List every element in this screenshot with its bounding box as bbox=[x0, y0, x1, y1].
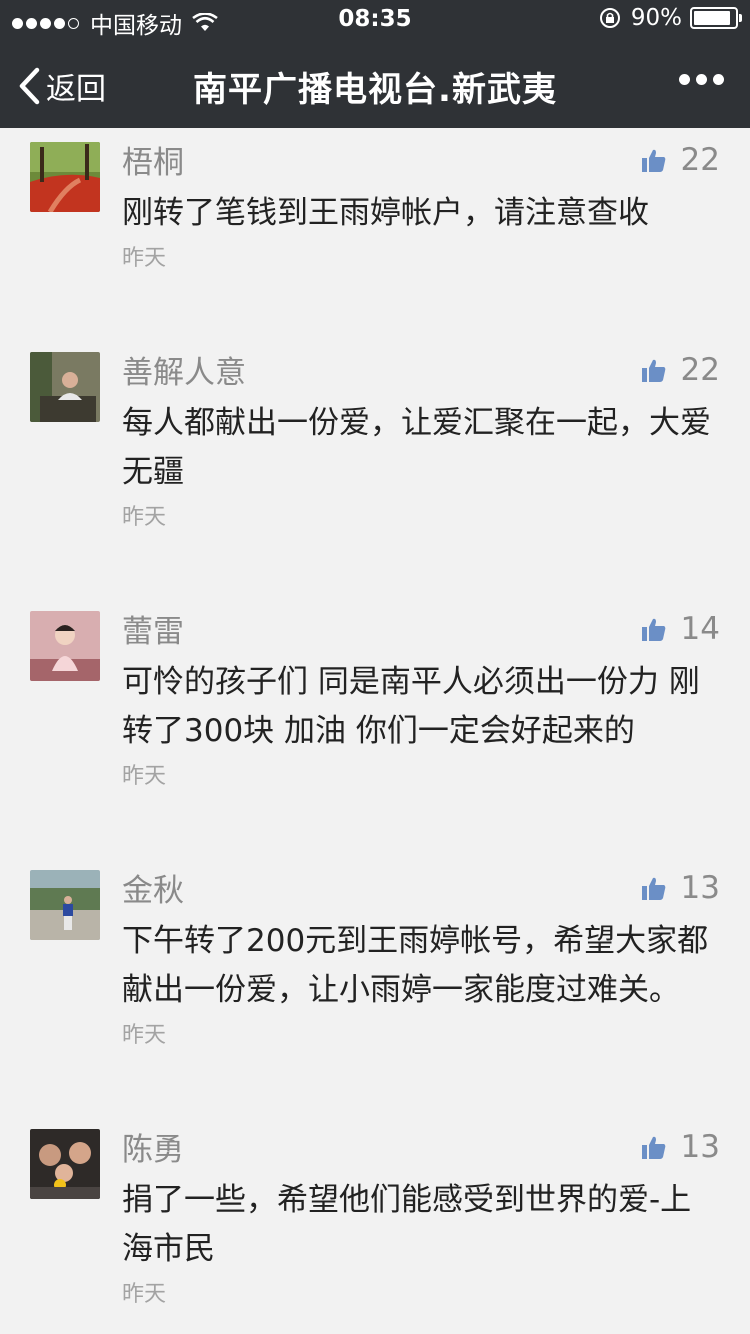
avatar[interactable] bbox=[30, 352, 100, 422]
thumbs-up-icon bbox=[641, 149, 665, 172]
page-title: 南平广播电视台.新武夷 bbox=[193, 70, 557, 110]
like-button[interactable]: 13 bbox=[641, 870, 720, 906]
like-button[interactable]: 22 bbox=[641, 352, 720, 388]
commenter-name: 善解人意 bbox=[122, 355, 246, 391]
comment-date: 昨天 bbox=[122, 764, 167, 789]
comment-item: 13 金秋 下午转了200元到王雨婷帐号，希望大家都献出一份爱，让小雨婷一家能度… bbox=[0, 856, 750, 1115]
avatar[interactable] bbox=[30, 870, 100, 940]
like-count: 14 bbox=[680, 611, 720, 647]
commenter-name: 蕾雷 bbox=[122, 614, 184, 650]
avatar[interactable] bbox=[30, 142, 100, 212]
like-count: 22 bbox=[680, 352, 720, 388]
like-count: 13 bbox=[680, 1129, 720, 1165]
more-button[interactable] bbox=[673, 74, 724, 85]
like-count: 22 bbox=[680, 142, 720, 178]
comment-date: 昨天 bbox=[122, 1023, 167, 1048]
comment-item: 13 陈勇 捐了一些，希望他们能感受到世界的爱-上海市民 昨天 bbox=[0, 1115, 750, 1334]
battery-fill bbox=[694, 11, 730, 25]
like-button[interactable]: 22 bbox=[641, 142, 720, 178]
thumbs-up-icon bbox=[641, 1136, 665, 1159]
comment-list[interactable]: 22 梧桐 刚转了笔钱到王雨婷帐户，请注意查收 昨天 22 善解人意 每人都献出… bbox=[0, 128, 750, 1334]
commenter-name: 金秋 bbox=[122, 873, 184, 909]
comment-item: 22 善解人意 每人都献出一份爱，让爱汇聚在一起，大爱无疆 昨天 bbox=[0, 338, 750, 597]
rotation-lock-icon bbox=[599, 8, 620, 28]
thumbs-up-icon bbox=[641, 877, 665, 900]
comment-text: 每人都献出一份爱，让爱汇聚在一起，大爱无疆 bbox=[122, 405, 711, 490]
commenter-name: 陈勇 bbox=[122, 1132, 184, 1168]
avatar[interactable] bbox=[30, 611, 100, 681]
like-count: 13 bbox=[680, 870, 720, 906]
comment-date: 昨天 bbox=[122, 246, 167, 271]
more-dots-icon bbox=[679, 74, 690, 85]
commenter-name: 梧桐 bbox=[122, 145, 184, 181]
comment-date: 昨天 bbox=[122, 505, 167, 530]
battery-percent: 90% bbox=[630, 5, 682, 31]
comment-item: 14 蕾雷 可怜的孩子们 同是南平人必须出一份力 刚转了300块 加油 你们一定… bbox=[0, 597, 750, 856]
comment-text: 捐了一些，希望他们能感受到世界的爱-上海市民 bbox=[122, 1182, 692, 1267]
battery-icon bbox=[690, 7, 742, 29]
status-bar: 中国移动 08:35 90% bbox=[0, 0, 750, 40]
thumbs-up-icon bbox=[641, 618, 665, 641]
comment-text: 下午转了200元到王雨婷帐号，希望大家都献出一份爱，让小雨婷一家能度过难关。 bbox=[122, 923, 709, 1008]
like-button[interactable]: 14 bbox=[641, 611, 720, 647]
like-button[interactable]: 13 bbox=[641, 1129, 720, 1165]
avatar[interactable] bbox=[30, 1129, 100, 1199]
comment-date: 昨天 bbox=[122, 1282, 167, 1307]
comment-text: 刚转了笔钱到王雨婷帐户，请注意查收 bbox=[122, 195, 649, 231]
thumbs-up-icon bbox=[641, 359, 665, 382]
status-right: 90% bbox=[599, 5, 742, 31]
comment-item: 22 梧桐 刚转了笔钱到王雨婷帐户，请注意查收 昨天 bbox=[0, 128, 750, 338]
nav-bar: 返回 南平广播电视台.新武夷 bbox=[0, 40, 750, 128]
comment-text: 可怜的孩子们 同是南平人必须出一份力 刚转了300块 加油 你们一定会好起来的 bbox=[122, 664, 700, 749]
